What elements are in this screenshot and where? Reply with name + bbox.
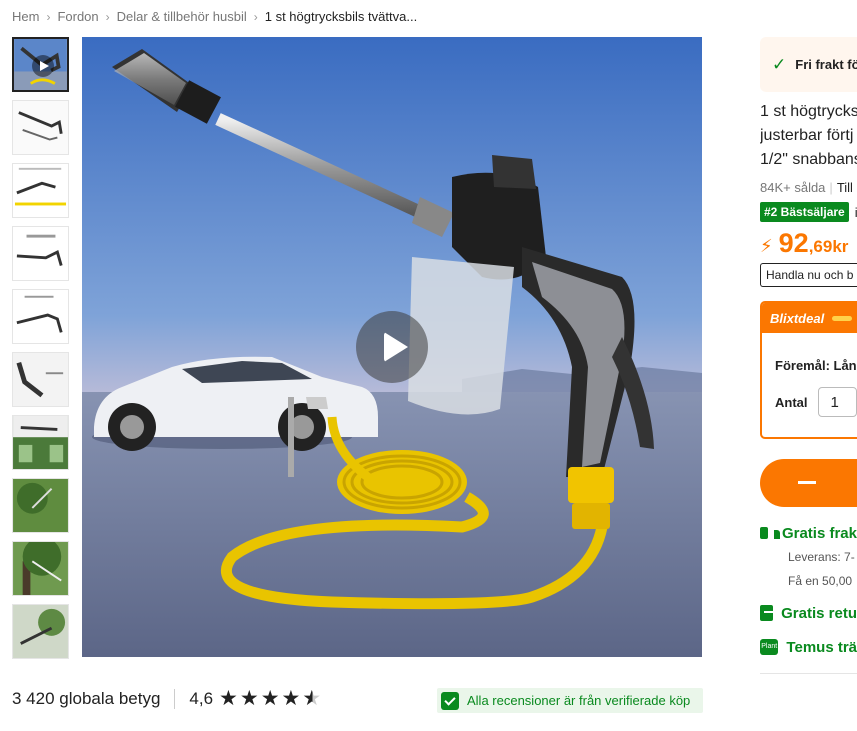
divider bbox=[760, 673, 857, 674]
product-title-line: 1/2" snabbans bbox=[760, 151, 857, 168]
thumbnail-image[interactable] bbox=[12, 415, 69, 470]
star-full-icon: ★ bbox=[239, 687, 259, 710]
star-half-icon: ★ bbox=[302, 687, 322, 710]
play-video-button[interactable] bbox=[356, 311, 428, 383]
thumbnail-image[interactable] bbox=[12, 289, 69, 344]
truck-icon bbox=[760, 527, 780, 539]
thumbnail-image[interactable] bbox=[12, 100, 69, 155]
thumbnail-image[interactable] bbox=[12, 604, 69, 659]
chevron-right-icon: › bbox=[253, 9, 258, 24]
breadcrumb-rv-parts[interactable]: Delar & tillbehör husbil bbox=[117, 9, 247, 24]
service-free-shipping[interactable]: Gratis frak bbox=[760, 521, 857, 545]
shop-now-badge: Handla nu och b bbox=[760, 263, 857, 287]
shield-check-icon bbox=[441, 691, 459, 710]
ratings-summary[interactable]: 3 420 globala betyg 4,6 ★ ★ ★ ★ ★ bbox=[12, 688, 323, 709]
item-option[interactable]: Föremål: Lång bbox=[762, 358, 857, 373]
quantity-label: Antal bbox=[775, 394, 808, 410]
thumbnail-list bbox=[12, 37, 70, 667]
sold-text: 84K+ sålda bbox=[760, 180, 826, 195]
product-info-panel: ✓ Fri frakt fö 1 st högtrycks justerbar … bbox=[760, 37, 857, 731]
star-full-icon: ★ bbox=[281, 687, 301, 710]
price: ⚡ 92 ,69kr bbox=[760, 228, 857, 259]
services-list: Gratis frak Leverans: 7- Få en 50,00 Gra… bbox=[760, 521, 857, 674]
quantity-select[interactable]: 1 bbox=[817, 387, 857, 417]
chevron-right-icon: › bbox=[46, 9, 51, 24]
service-sub: Leverans: 7- bbox=[788, 550, 855, 564]
thumbnail-video[interactable] bbox=[12, 37, 69, 92]
breadcrumb-vehicles[interactable]: Fordon bbox=[57, 9, 98, 24]
quantity-row: Antal 1 bbox=[762, 387, 857, 417]
breadcrumb: Hem › Fordon › Delar & tillbehör husbil … bbox=[12, 9, 417, 24]
flash-deal-title: Blixtdeal bbox=[770, 310, 825, 326]
verified-reviews-banner: Alla recensioner är från verifierade köp bbox=[437, 688, 703, 713]
thumbnail-image[interactable] bbox=[12, 478, 69, 533]
flash-deal-box: Blixtdeal Föremål: Lång Antal 1 bbox=[760, 301, 857, 439]
chevron-right-icon: › bbox=[105, 9, 110, 24]
rating-score: 4,6 bbox=[189, 688, 214, 708]
divider: | bbox=[829, 180, 833, 195]
thumbnail-image[interactable] bbox=[12, 163, 69, 218]
thumbnail-image[interactable] bbox=[12, 352, 69, 407]
price-integer: 92 bbox=[778, 228, 809, 258]
flash-deal-header: Blixtdeal bbox=[762, 303, 857, 333]
divider bbox=[174, 688, 176, 709]
price-decimal: ,69kr bbox=[808, 237, 849, 256]
star-full-icon: ★ bbox=[219, 687, 238, 710]
plant-icon: Plant bbox=[760, 639, 779, 655]
add-to-cart-button[interactable] bbox=[760, 459, 857, 507]
service-label: Gratis retu bbox=[781, 604, 857, 622]
bestseller-badge: #2 Bästsäljare bbox=[760, 202, 849, 222]
flash-stripe-icon bbox=[832, 315, 853, 321]
service-free-returns[interactable]: Gratis retu bbox=[760, 601, 857, 625]
service-sub: Få en 50,00 bbox=[788, 574, 853, 588]
play-icon bbox=[32, 55, 54, 77]
service-label: Temus trä bbox=[786, 638, 857, 656]
breadcrumb-home[interactable]: Hem bbox=[12, 9, 39, 24]
verified-reviews-text: Alla recensioner är från verifierade köp bbox=[467, 693, 691, 708]
star-rating: ★ ★ ★ ★ ★ bbox=[219, 688, 323, 709]
product-title-line: 1 st högtrycks bbox=[760, 103, 857, 120]
free-shipping-text: Fri frakt fö bbox=[795, 57, 857, 72]
thumbnail-image[interactable] bbox=[12, 541, 69, 596]
service-label: Gratis frak bbox=[781, 524, 857, 542]
product-title-line: justerbar förtj bbox=[760, 127, 854, 144]
check-icon: ✓ bbox=[772, 54, 787, 74]
ratings-count: 3 420 globala betyg bbox=[12, 688, 161, 708]
bestseller-row: #2 Bästsäljare i D bbox=[760, 202, 857, 222]
service-plant[interactable]: Plant Temus trä bbox=[760, 635, 857, 659]
product-main-media[interactable] bbox=[82, 37, 702, 657]
thumbnail-image[interactable] bbox=[12, 226, 69, 281]
store-link[interactable]: Till bbox=[837, 180, 853, 195]
star-full-icon: ★ bbox=[260, 687, 280, 710]
free-shipping-banner: ✓ Fri frakt fö bbox=[760, 37, 857, 92]
product-title: 1 st högtrycks justerbar förtj 1/2" snab… bbox=[760, 100, 857, 172]
sold-count: 84K+ sålda | Till bbox=[760, 180, 857, 195]
breadcrumb-current: 1 st högtrycksbils tvättva... bbox=[264, 9, 418, 24]
lightning-icon: ⚡ bbox=[760, 236, 773, 256]
return-icon bbox=[760, 605, 777, 621]
